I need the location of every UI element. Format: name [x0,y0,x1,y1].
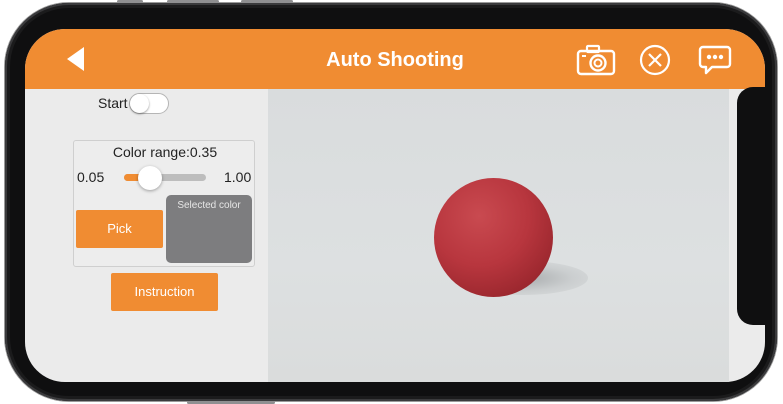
pick-button[interactable]: Pick [76,210,163,248]
app-screen: Auto Shooting Start Color range:0.35 0.0… [25,29,765,382]
color-range-label: Color range:0.35 [112,144,218,160]
red-ball [434,178,553,297]
range-min-label: 0.05 [77,169,105,185]
mute-switch [241,0,293,3]
close-circle-icon[interactable] [639,44,671,76]
phone-frame: Auto Shooting Start Color range:0.35 0.0… [5,0,777,404]
start-label: Start [98,95,128,111]
toggle-knob[interactable] [130,94,149,113]
range-max-label: 1.00 [224,169,252,185]
instruction-button[interactable]: Instruction [111,273,218,311]
color-range-panel: Color range:0.35 0.05 1.00 Pick Selected… [73,140,255,267]
app-header: Auto Shooting [25,29,765,89]
color-range-slider[interactable] [124,166,206,190]
start-toggle[interactable] [129,93,169,114]
camera-preview[interactable] [268,89,729,382]
volume-up-button [117,0,143,3]
selected-color-swatch: Selected color [166,195,252,263]
selected-color-label: Selected color [177,200,241,211]
camera-icon[interactable] [576,44,616,76]
volume-down-button [167,0,219,3]
device-mockup: Auto Shooting Start Color range:0.35 0.0… [0,0,783,404]
slider-thumb[interactable] [137,166,162,190]
phone-notch [737,87,765,325]
chat-icon[interactable] [698,44,732,76]
